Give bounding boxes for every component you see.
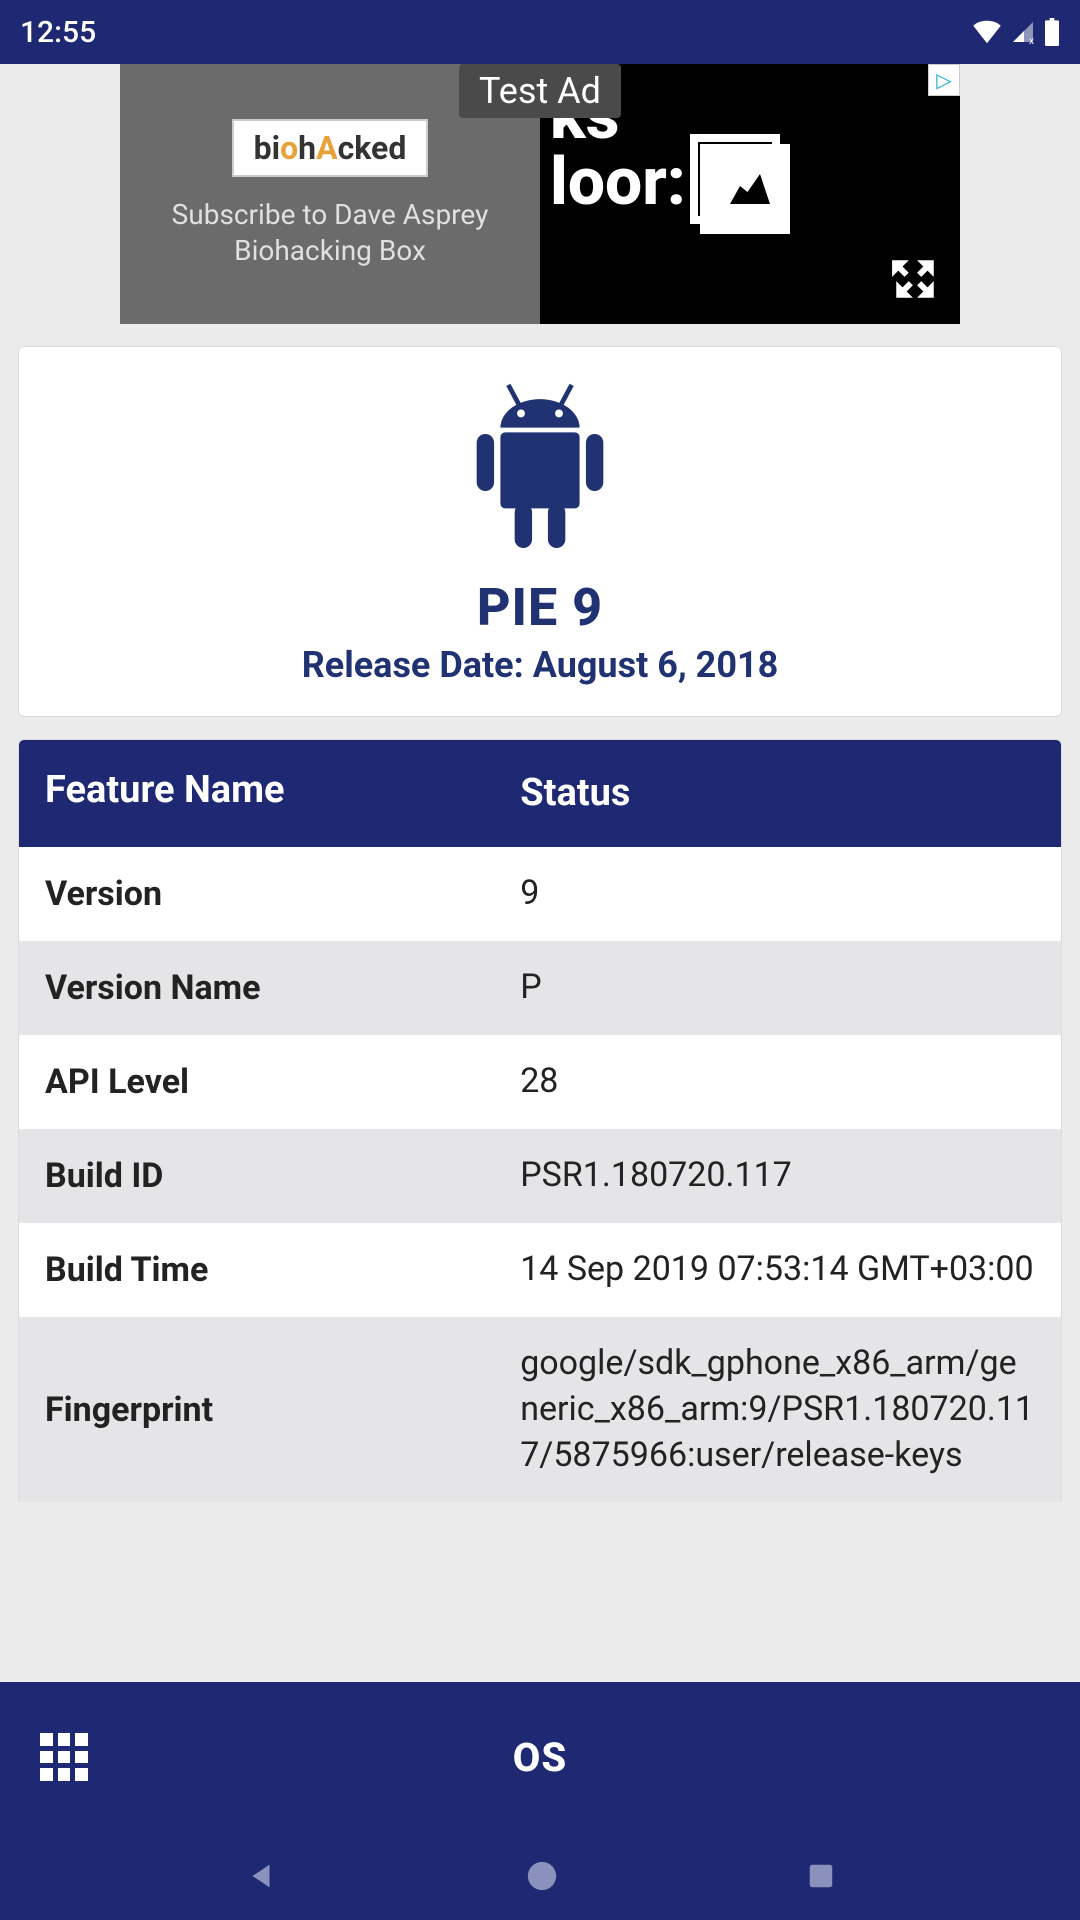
ad-info-badge[interactable]: ▷ <box>928 64 960 96</box>
table-header: Feature Name Status <box>19 740 1061 847</box>
recents-button[interactable] <box>806 1861 836 1891</box>
header-feature-name: Feature Name <box>45 768 520 819</box>
ad-brand-post: h <box>298 129 316 167</box>
status-icons: x <box>972 18 1060 46</box>
battery-icon <box>1044 18 1060 46</box>
feature-name: Version <box>45 874 520 914</box>
ad-brand-accent: A <box>316 129 338 167</box>
expand-icon[interactable] <box>890 254 940 304</box>
feature-name: Version Name <box>45 968 520 1008</box>
table-row: Build ID PSR1.180720.117 <box>19 1129 1061 1223</box>
table-body: Version 9 Version Name P API Level 28 Bu… <box>19 847 1061 1502</box>
os-title: PIE 9 <box>477 577 603 638</box>
os-info-card: PIE 9 Release Date: August 6, 2018 <box>18 346 1062 717</box>
wifi-icon <box>972 20 1002 44</box>
feature-status: 14 Sep 2019 07:53:14 GMT+03:00 <box>520 1247 1035 1293</box>
feature-name: Build ID <box>45 1156 520 1196</box>
photo-stack-icon <box>700 144 800 244</box>
ad-brand-pre: bi <box>254 129 280 167</box>
status-time: 12:55 <box>20 15 96 50</box>
ad-subtitle: Subscribe to Dave Asprey Biohacking Box <box>130 197 530 270</box>
home-button[interactable] <box>525 1859 559 1893</box>
status-bar: 12:55 x <box>0 0 1080 64</box>
signal-icon: x <box>1010 20 1036 44</box>
table-row: Build Time 14 Sep 2019 07:53:14 GMT+03:0… <box>19 1223 1061 1317</box>
feature-name: Fingerprint <box>45 1390 520 1430</box>
svg-text:x: x <box>1029 36 1034 44</box>
feature-status: 28 <box>520 1059 1035 1105</box>
ad-brand-mid: o <box>280 129 298 167</box>
feature-name: API Level <box>45 1062 520 1102</box>
ellipsis: : <box>667 144 686 221</box>
table-row: Version Name P <box>19 941 1061 1035</box>
feature-status: google/sdk_gphone_x86_arm/generic_x86_ar… <box>520 1341 1035 1479</box>
feature-status: P <box>520 965 1035 1011</box>
ad-rt-2: loor <box>550 144 667 221</box>
feature-name: Build Time <box>45 1250 520 1290</box>
app-bottom-bar: OS <box>0 1682 1080 1832</box>
feature-status: PSR1.180720.117 <box>520 1153 1035 1199</box>
ad-test-label: Test Ad <box>459 64 621 118</box>
android-icon <box>460 377 620 567</box>
features-table: Feature Name Status Version 9 Version Na… <box>18 739 1062 1502</box>
back-button[interactable] <box>244 1859 278 1893</box>
header-status: Status <box>520 768 1035 819</box>
system-nav-bar <box>0 1832 1080 1920</box>
ad-brand-end: cked <box>338 129 407 167</box>
ad-banner[interactable]: biohAcked Subscribe to Dave Asprey Bioha… <box>120 64 960 324</box>
feature-status: 9 <box>520 871 1035 917</box>
release-date: Release Date: August 6, 2018 <box>302 644 779 686</box>
table-row: Fingerprint google/sdk_gphone_x86_arm/ge… <box>19 1317 1061 1503</box>
table-row: API Level 28 <box>19 1035 1061 1129</box>
ad-brand-logo: biohAcked <box>232 119 429 177</box>
screen-title: OS <box>40 1734 1040 1781</box>
table-row: Version 9 <box>19 847 1061 941</box>
